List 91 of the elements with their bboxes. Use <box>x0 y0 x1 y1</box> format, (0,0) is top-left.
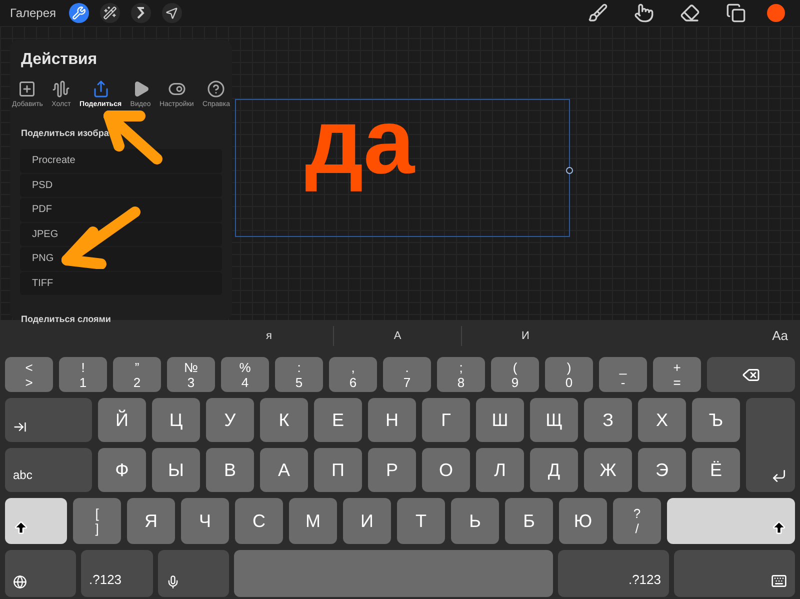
toggle-icon <box>168 80 186 98</box>
shift-arrow-icon <box>13 520 29 536</box>
section-heading: Поделиться слоями <box>21 313 112 326</box>
key[interactable]: Т <box>397 498 445 544</box>
shift-key[interactable] <box>5 498 67 544</box>
tab-arrow-icon <box>13 420 27 434</box>
key[interactable]: Е <box>314 398 362 442</box>
abc-key[interactable]: abc <box>5 448 92 492</box>
format-button[interactable]: Aa <box>772 326 788 346</box>
delete-key[interactable] <box>707 357 795 392</box>
format-option[interactable]: TIFF <box>20 272 222 295</box>
canvas-icon <box>52 80 70 98</box>
key[interactable]: _ - <box>599 357 647 392</box>
layers-button[interactable] <box>726 3 746 23</box>
format-option[interactable]: Procreate <box>20 149 222 172</box>
format-option[interactable]: PSD <box>20 174 222 197</box>
help-icon <box>207 80 226 98</box>
tool-button[interactable] <box>69 3 90 23</box>
key[interactable]: Ь <box>451 498 499 544</box>
gallery-button[interactable]: Галерея <box>10 4 56 22</box>
section-heading: Поделиться изобра <box>21 126 110 140</box>
keyboard-icon <box>771 573 787 589</box>
key[interactable]: К <box>260 398 308 442</box>
key[interactable]: И <box>343 498 391 544</box>
eraser-tool[interactable] <box>680 3 700 23</box>
key[interactable]: ? / <box>613 498 661 544</box>
key[interactable]: З <box>584 398 632 442</box>
globe-key[interactable] <box>5 550 76 597</box>
key[interactable]: < > <box>5 357 53 392</box>
key[interactable]: Д <box>530 448 578 492</box>
key[interactable]: ) 0 <box>545 357 593 392</box>
key[interactable]: Х <box>638 398 686 442</box>
key[interactable]: Р <box>368 448 416 492</box>
add-icon <box>18 80 36 98</box>
cursor-arrow-icon <box>165 6 180 20</box>
key[interactable]: Ё <box>692 448 740 492</box>
key[interactable]: Б <box>505 498 553 544</box>
key[interactable]: Ш <box>476 398 524 442</box>
key[interactable]: [ ] <box>73 498 121 544</box>
key[interactable]: А <box>260 448 308 492</box>
wrench-icon <box>72 6 86 20</box>
return-arrow-icon <box>771 468 787 484</box>
tool-button[interactable] <box>162 3 182 23</box>
key[interactable]: ; 8 <box>437 357 485 392</box>
key[interactable]: П <box>314 448 362 492</box>
key[interactable]: Г <box>422 398 470 442</box>
key[interactable]: № 3 <box>167 357 215 392</box>
suggestion[interactable]: А <box>333 326 461 346</box>
microphone-icon <box>166 575 180 589</box>
suggestion[interactable]: я <box>205 326 333 346</box>
share-icon <box>92 80 110 98</box>
color-swatch[interactable] <box>767 4 785 22</box>
tool-button[interactable] <box>131 3 152 23</box>
key[interactable]: Ъ <box>692 398 740 442</box>
key[interactable]: Л <box>476 448 524 492</box>
numbers-key[interactable]: .?123 <box>558 550 669 597</box>
brush-tool[interactable] <box>588 3 608 23</box>
numbers-key[interactable]: .?123 <box>81 550 153 597</box>
key[interactable]: Ф <box>98 448 146 492</box>
key[interactable]: Ц <box>152 398 200 442</box>
magic-wand-icon <box>103 6 118 20</box>
selection-handle[interactable] <box>566 167 573 174</box>
key[interactable]: % 4 <box>221 357 269 392</box>
suggestion[interactable]: И <box>461 326 589 346</box>
shift-arrow-icon <box>771 520 787 536</box>
key[interactable]: + = <box>653 357 701 392</box>
key[interactable]: Щ <box>530 398 578 442</box>
key[interactable]: М <box>289 498 337 544</box>
key[interactable]: Я <box>127 498 175 544</box>
format-option[interactable]: PDF <box>20 198 222 222</box>
panel-title: Действия <box>21 50 98 70</box>
key[interactable]: О <box>422 448 470 492</box>
key[interactable]: , 6 <box>329 357 377 392</box>
key[interactable]: : 5 <box>275 357 323 392</box>
key[interactable]: ( 9 <box>491 357 539 392</box>
tool-button[interactable] <box>100 3 120 23</box>
key[interactable]: Ю <box>559 498 607 544</box>
key[interactable]: Ы <box>152 448 200 492</box>
key[interactable]: Ж <box>584 448 632 492</box>
key[interactable]: ! 1 <box>59 357 107 392</box>
key[interactable]: У <box>206 398 254 442</box>
smudge-tool[interactable] <box>634 3 654 23</box>
key[interactable]: Н <box>368 398 416 442</box>
key[interactable]: С <box>235 498 283 544</box>
globe-icon <box>13 575 27 589</box>
key[interactable]: Ч <box>181 498 229 544</box>
key[interactable]: Э <box>638 448 686 492</box>
key[interactable]: . 7 <box>383 357 431 392</box>
key[interactable]: ” 2 <box>113 357 161 392</box>
key[interactable]: Й <box>98 398 146 442</box>
key[interactable]: В <box>206 448 254 492</box>
